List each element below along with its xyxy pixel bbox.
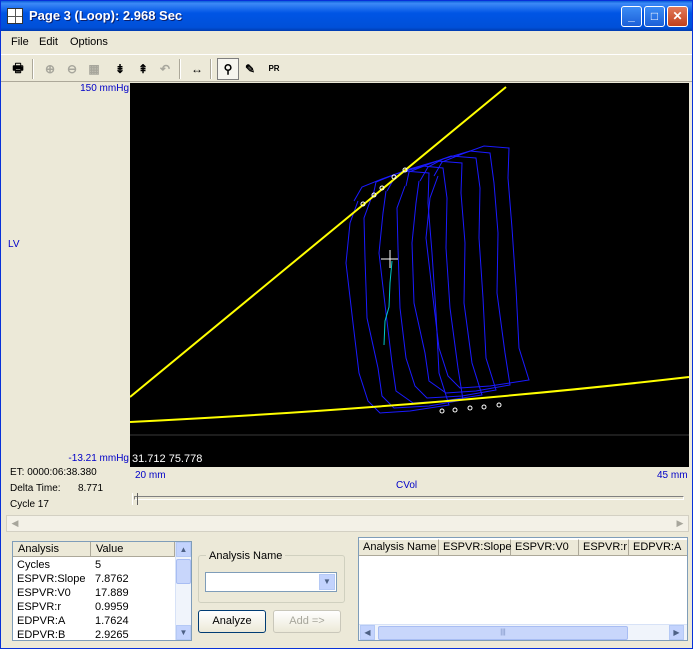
analysis-value: 7.8762 — [95, 573, 129, 585]
fit-icon[interactable]: ▦ — [83, 58, 105, 80]
elapsed-time: ET: 0000:06:38.380 — [10, 467, 97, 478]
analysis-name-label: Analysis Name — [206, 550, 286, 562]
edp-point — [467, 405, 473, 411]
analysis-list[interactable]: Analysis Value Cycles 5 ESPVR:Slope 7.8762 E… — [12, 541, 192, 641]
maximize-button[interactable]: □ — [644, 6, 665, 27]
results-scroll-left-icon[interactable]: ◀ — [360, 625, 375, 640]
toolbar-separator — [210, 59, 212, 79]
edpvr-curve — [129, 376, 690, 423]
chevron-down-icon[interactable]: ▼ — [319, 574, 335, 590]
results-column-header[interactable]: ESPVR:V0 — [511, 539, 579, 556]
zoom-in-icon[interactable]: ⊕ — [39, 58, 61, 80]
print-icon[interactable]: 🖶 — [7, 58, 29, 80]
results-column-header[interactable]: EDPVR:A — [629, 539, 687, 556]
column-header-analysis[interactable]: Analysis — [13, 542, 91, 557]
results-table[interactable]: Analysis Name ESPVR:Slope ESPVR:V0 ESPVR:r E… — [358, 537, 688, 641]
list-vertical-scrollbar[interactable]: ▲ ▼ — [175, 542, 191, 640]
axis-pane: 150 mmHg LV -13.21 mmHg ET: 0000:06:38.3… — [6, 83, 129, 513]
list-scroll-thumb[interactable] — [176, 559, 191, 584]
results-horizontal-scrollbar[interactable]: ◀ ||| ▶ — [359, 624, 687, 640]
expand-icon[interactable]: ⇟ — [109, 58, 131, 80]
pv-loop-plot[interactable]: 31.712 75.778 — [129, 83, 690, 467]
analysis-value: 17.889 — [95, 587, 129, 599]
edp-point — [496, 402, 502, 408]
zoom-out-icon[interactable]: ⊖ — [61, 58, 83, 80]
horizontal-scrollbar[interactable]: ◀ ▶ — [6, 515, 689, 532]
analysis-panel: Analysis Value Cycles 5 ESPVR:Slope 7.8762 E… — [6, 537, 689, 645]
scroll-down-icon[interactable]: ▼ — [176, 625, 191, 640]
delta-time-label: Delta Time: — [10, 483, 61, 494]
analysis-key: ESPVR:Slope — [17, 573, 86, 585]
app-grid-icon — [7, 8, 23, 24]
analysis-value: 5 — [95, 559, 102, 571]
crosshair-cursor[interactable] — [381, 250, 398, 268]
analysis-key: EDPVR:B — [17, 629, 66, 641]
compress-icon[interactable]: ⇞ — [132, 58, 154, 80]
minimize-button[interactable]: _ — [621, 6, 642, 27]
time-slider-track[interactable] — [134, 496, 684, 500]
menu-bar: File Edit Options — [1, 32, 692, 52]
y-axis-min-label: -13.21 mmHg — [68, 453, 129, 464]
cycle-label: Cycle 17 — [10, 499, 49, 510]
undo-icon[interactable]: ↶ — [154, 58, 176, 80]
menu-options[interactable]: Options — [70, 36, 108, 48]
results-column-header[interactable]: ESPVR:Slope — [439, 539, 511, 556]
analysis-name-combo[interactable]: ▼ — [205, 572, 337, 592]
edp-point — [481, 404, 487, 410]
pan-horizontal-icon[interactable]: ↔ — [186, 58, 208, 80]
results-scroll-thumb[interactable]: ||| — [378, 626, 628, 640]
x-channel-label[interactable]: CVol — [396, 480, 417, 491]
analysis-key: ESPVR:V0 — [17, 587, 71, 599]
analysis-value: 2.9265 — [95, 629, 129, 641]
cursor-readout: 31.712 75.778 — [132, 453, 203, 465]
scroll-right-icon[interactable]: ▶ — [672, 516, 688, 531]
list-item[interactable]: ESPVR:r 0.9959 — [13, 600, 175, 614]
menu-edit[interactable]: Edit — [39, 36, 58, 48]
toolbar: 🖶 ⊕ ⊖ ▦ ⇟ ⇞ ↶ ↔ ⚲ ✎ PR — [1, 54, 692, 82]
toolbar-separator — [32, 59, 34, 79]
column-header-value[interactable]: Value — [91, 542, 175, 557]
menu-file[interactable]: File — [11, 36, 29, 48]
list-item[interactable]: EDPVR:B 2.9265 — [13, 628, 175, 641]
time-slider-thumb[interactable] — [132, 493, 138, 505]
x-axis-max-label: 45 mm — [657, 470, 688, 481]
y-channel-label[interactable]: LV — [8, 239, 20, 250]
list-item[interactable]: EDPVR:A 1.7624 — [13, 614, 175, 628]
add-button[interactable]: Add => — [273, 610, 341, 633]
cursor-tool-icon[interactable]: ⚲ — [217, 58, 239, 80]
scroll-up-icon[interactable]: ▲ — [176, 542, 191, 557]
pv-loop — [425, 145, 530, 389]
analysis-value: 0.9959 — [95, 601, 129, 613]
y-axis-max-label: 150 mmHg — [80, 83, 129, 94]
pv-loops — [345, 145, 530, 414]
application-window: Page 3 (Loop): 2.968 Sec _ □ ✕ File Edit… — [0, 0, 693, 649]
delta-time-value: 8.771 — [78, 483, 104, 494]
analysis-key: ESPVR:r — [17, 601, 62, 613]
analysis-key: EDPVR:A — [17, 615, 66, 627]
list-item[interactable]: Cycles 5 — [13, 558, 175, 572]
results-scroll-right-icon[interactable]: ▶ — [669, 625, 684, 640]
edp-point — [452, 407, 458, 413]
scroll-left-icon[interactable]: ◀ — [7, 516, 23, 531]
pr-sw-icon[interactable]: PR — [263, 58, 285, 80]
results-column-header[interactable]: Analysis Name — [359, 539, 439, 556]
pv-loop-svg[interactable] — [129, 83, 690, 467]
close-button[interactable]: ✕ — [667, 6, 688, 27]
edp-point — [439, 408, 445, 414]
analysis-value: 1.7624 — [95, 615, 129, 627]
results-column-header[interactable]: ESPVR:r — [579, 539, 629, 556]
window-title: Page 3 (Loop): 2.968 Sec — [29, 8, 183, 23]
title-bar[interactable]: Page 3 (Loop): 2.968 Sec _ □ ✕ — [1, 1, 692, 31]
analysis-key: Cycles — [17, 559, 51, 571]
espvr-line — [129, 86, 507, 398]
list-item[interactable]: ESPVR:V0 17.889 — [13, 586, 175, 600]
list-item[interactable]: ESPVR:Slope 7.8762 — [13, 572, 175, 586]
toolbar-separator — [179, 59, 181, 79]
analyze-button[interactable]: Analyze — [198, 610, 266, 633]
x-axis-min-label: 20 mm — [135, 470, 166, 481]
eraser-icon[interactable]: ✎ — [239, 58, 261, 80]
